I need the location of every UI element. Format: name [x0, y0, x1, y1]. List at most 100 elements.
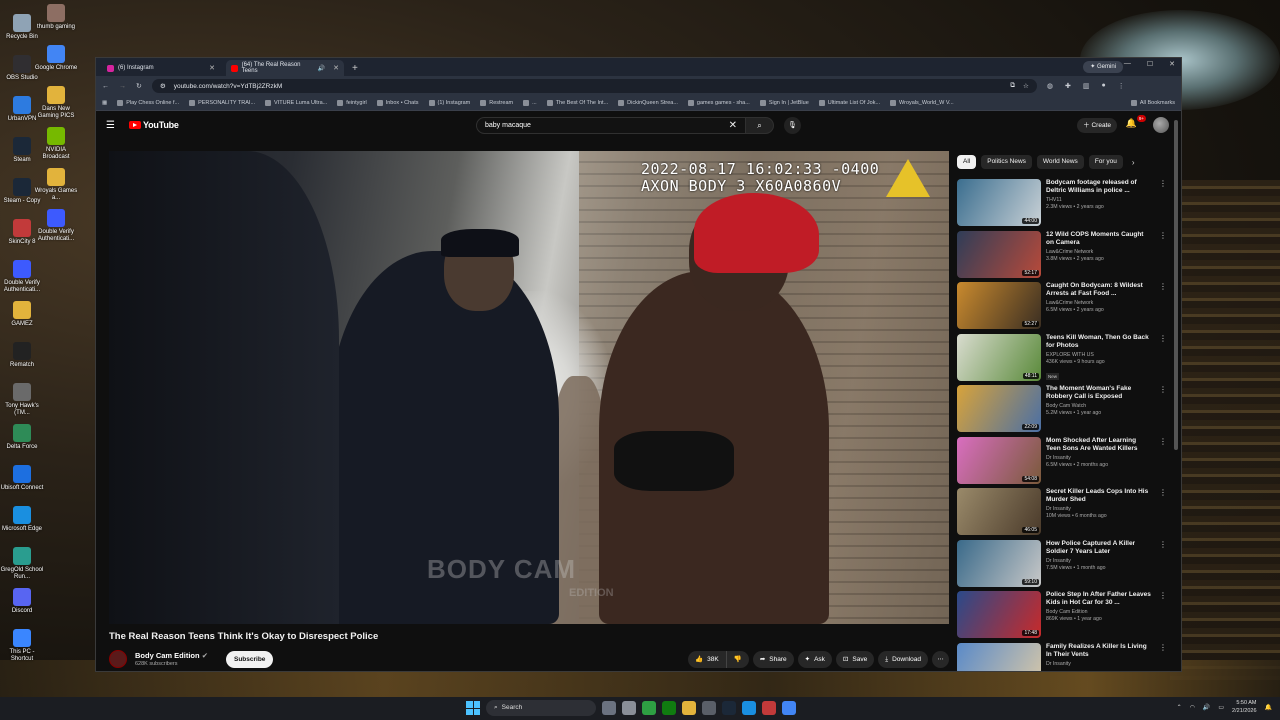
- tray-chevron-icon[interactable]: ⌃: [1177, 704, 1182, 711]
- close-tab-icon[interactable]: ✕: [209, 64, 215, 72]
- video-thumbnail[interactable]: [957, 642, 1041, 671]
- recommended-video[interactable]: 44:00 Bodycam footage released of Deltric…: [957, 179, 1167, 231]
- filter-chip[interactable]: World News: [1036, 155, 1084, 169]
- bookmark-item[interactable]: (1) Instagram: [428, 100, 470, 106]
- recommended-video[interactable]: 46:05 Secret Killer Leads Cops Into His M…: [957, 488, 1167, 540]
- windows-start-icon[interactable]: [466, 701, 480, 715]
- volume-icon[interactable]: 🔊: [1203, 704, 1210, 711]
- desktop-icon[interactable]: Double Verify Authenticati...: [0, 260, 44, 294]
- bookmark-item[interactable]: ...: [523, 100, 537, 106]
- save-button[interactable]: ⊡ Save: [835, 650, 875, 668]
- recommended-video[interactable]: 52:27 Caught On Bodycam: 8 Wildest Arrest…: [957, 282, 1167, 334]
- video-title[interactable]: 12 Wild COPS Moments Caught on Camera: [1046, 231, 1152, 247]
- desktop-icon[interactable]: Rematch: [0, 342, 44, 369]
- desktop-icon[interactable]: Google Chrome: [34, 45, 78, 72]
- media-player-icon[interactable]: [642, 701, 656, 715]
- desktop-icon[interactable]: Dans New Gaming PICS: [34, 86, 78, 120]
- puzzle-icon[interactable]: ✚: [1065, 82, 1071, 90]
- notifications-icon[interactable]: 🔔: [1265, 704, 1272, 711]
- taskbar-search[interactable]: ⌕ Search: [486, 700, 596, 716]
- battery-icon[interactable]: ▭: [1218, 704, 1224, 711]
- gemini-button[interactable]: ✦ Gemini: [1083, 61, 1123, 73]
- channel-name[interactable]: Law&Crime Network: [1046, 300, 1152, 306]
- hamburger-menu-icon[interactable]: ☰: [106, 120, 115, 131]
- steam-icon[interactable]: [722, 701, 736, 715]
- bookmark-item[interactable]: feintygirl: [337, 100, 367, 106]
- all-bookmarks-button[interactable]: All Bookmarks: [1130, 100, 1175, 106]
- desktop-icon[interactable]: NVIDIA Broadcast: [34, 127, 78, 161]
- more-options-icon[interactable]: ⋮: [1159, 179, 1167, 231]
- wifi-icon[interactable]: ◠: [1190, 704, 1195, 711]
- desktop-icon[interactable]: Discord: [0, 588, 44, 615]
- xbox-icon[interactable]: [662, 701, 676, 715]
- channel-name[interactable]: Dr Insanity: [1046, 558, 1152, 564]
- video-title[interactable]: How Police Captured A Killer Soldier 7 Y…: [1046, 540, 1152, 556]
- filter-chip[interactable]: Politics News: [981, 155, 1032, 169]
- more-options-icon[interactable]: ⋮: [1159, 282, 1167, 334]
- bookmark-item[interactable]: Ultimate List Of Jok...: [818, 100, 880, 106]
- more-options-icon[interactable]: ⋮: [1159, 643, 1167, 672]
- edge-icon[interactable]: [742, 701, 756, 715]
- channel-name[interactable]: Law&Crime Network: [1046, 249, 1152, 255]
- desktop-icon[interactable]: Wroyals Games a...: [34, 168, 78, 202]
- more-options-icon[interactable]: ⋮: [1159, 488, 1167, 540]
- recommended-video[interactable]: 54:08 Mom Shocked After Learning Teen Son…: [957, 436, 1167, 489]
- channel-name[interactable]: Dr Insanity: [1046, 506, 1152, 512]
- video-thumbnail[interactable]: 54:08: [957, 436, 1041, 484]
- video-title[interactable]: Mom Shocked After Learning Teen Sons Are…: [1046, 437, 1152, 453]
- channel-name[interactable]: Body Cam Edition ✔: [135, 651, 208, 660]
- video-thumbnail[interactable]: 17:48: [957, 591, 1041, 638]
- recommended-video[interactable]: 52:17 12 Wild COPS Moments Caught on Came…: [957, 230, 1167, 283]
- video-thumbnail[interactable]: 52:17: [957, 230, 1041, 278]
- profile-icon[interactable]: ●: [1101, 82, 1105, 90]
- settings-icon[interactable]: [622, 701, 636, 715]
- notifications-icon[interactable]: 🔔: [1126, 118, 1137, 129]
- voice-search-icon[interactable]: 🎙: [784, 117, 801, 134]
- more-options-icon[interactable]: ⋮: [1159, 591, 1167, 643]
- speaker-icon[interactable]: 🔊: [318, 65, 325, 72]
- site-info-icon[interactable]: ⚙: [160, 82, 166, 90]
- recommended-video[interactable]: Family Realizes A Killer Is Living In Th…: [957, 642, 1167, 672]
- video-player[interactable]: 2022-08-17 16:02:33 -0400 AXON BODY 3 X6…: [109, 151, 949, 624]
- video-thumbnail[interactable]: 46:05: [957, 488, 1041, 535]
- clear-search-icon[interactable]: ✕: [729, 120, 737, 131]
- chrome-icon[interactable]: [782, 701, 796, 715]
- video-title[interactable]: Secret Killer Leads Cops Into His Murder…: [1046, 488, 1152, 504]
- bookmark-item[interactable]: The Best Of The Int...: [546, 100, 608, 106]
- bookmark-item[interactable]: Play Chess Online f...: [117, 100, 179, 106]
- channel-name[interactable]: Dr Insanity: [1046, 661, 1152, 667]
- more-options-icon[interactable]: ⋮: [1159, 437, 1167, 489]
- close-tab-icon[interactable]: ✕: [333, 64, 339, 72]
- bookmark-item[interactable]: DickinQueen Strea...: [618, 100, 678, 106]
- dislike-button[interactable]: 👎: [725, 650, 749, 668]
- download-button[interactable]: ⤓ Download: [878, 650, 928, 668]
- recommended-video[interactable]: 17:48 Police Step In After Father Leaves …: [957, 591, 1167, 643]
- ask-button[interactable]: ✦ Ask: [797, 650, 832, 668]
- video-thumbnail[interactable]: 52:27: [957, 282, 1041, 329]
- desktop-icon[interactable]: Delta Force: [0, 424, 44, 451]
- channel-name[interactable]: EXPLORE WITH US: [1046, 352, 1152, 358]
- desktop-icon[interactable]: GAMEZ: [0, 301, 44, 328]
- desktop-icon[interactable]: GregOld School Run...: [0, 547, 44, 581]
- video-title[interactable]: Family Realizes A Killer Is Living In Th…: [1046, 643, 1152, 659]
- video-title[interactable]: Caught On Bodycam: 8 Wildest Arrests at …: [1046, 282, 1152, 298]
- account-avatar[interactable]: [1153, 117, 1169, 133]
- bookmark-item[interactable]: PERSONALITY TRAI...: [189, 100, 255, 106]
- sidepanel-icon[interactable]: ▥: [1083, 82, 1090, 90]
- install-icon[interactable]: ⧉: [1010, 82, 1015, 90]
- search-button[interactable]: ⌕: [746, 117, 774, 134]
- desktop-icon[interactable]: Double Verify Authenticati...: [34, 209, 78, 243]
- more-options-icon[interactable]: ⋮: [1159, 231, 1167, 283]
- more-options-icon[interactable]: ⋮: [1159, 385, 1167, 437]
- app-icon[interactable]: [762, 701, 776, 715]
- share-button[interactable]: ➦ Share: [752, 650, 794, 668]
- video-title[interactable]: The Moment Woman's Fake Robbery Call is …: [1046, 385, 1152, 401]
- calculator-icon[interactable]: [702, 701, 716, 715]
- video-thumbnail[interactable]: 44:00: [957, 179, 1041, 226]
- desktop-icon[interactable]: Microsoft Edge: [0, 506, 44, 533]
- back-icon[interactable]: ←: [102, 83, 109, 90]
- search-input[interactable]: baby macaque ✕: [476, 117, 746, 134]
- reload-icon[interactable]: ↻: [136, 82, 142, 90]
- subscribe-button[interactable]: Subscribe: [225, 650, 274, 668]
- bookmark-item[interactable]: Restream: [480, 100, 513, 106]
